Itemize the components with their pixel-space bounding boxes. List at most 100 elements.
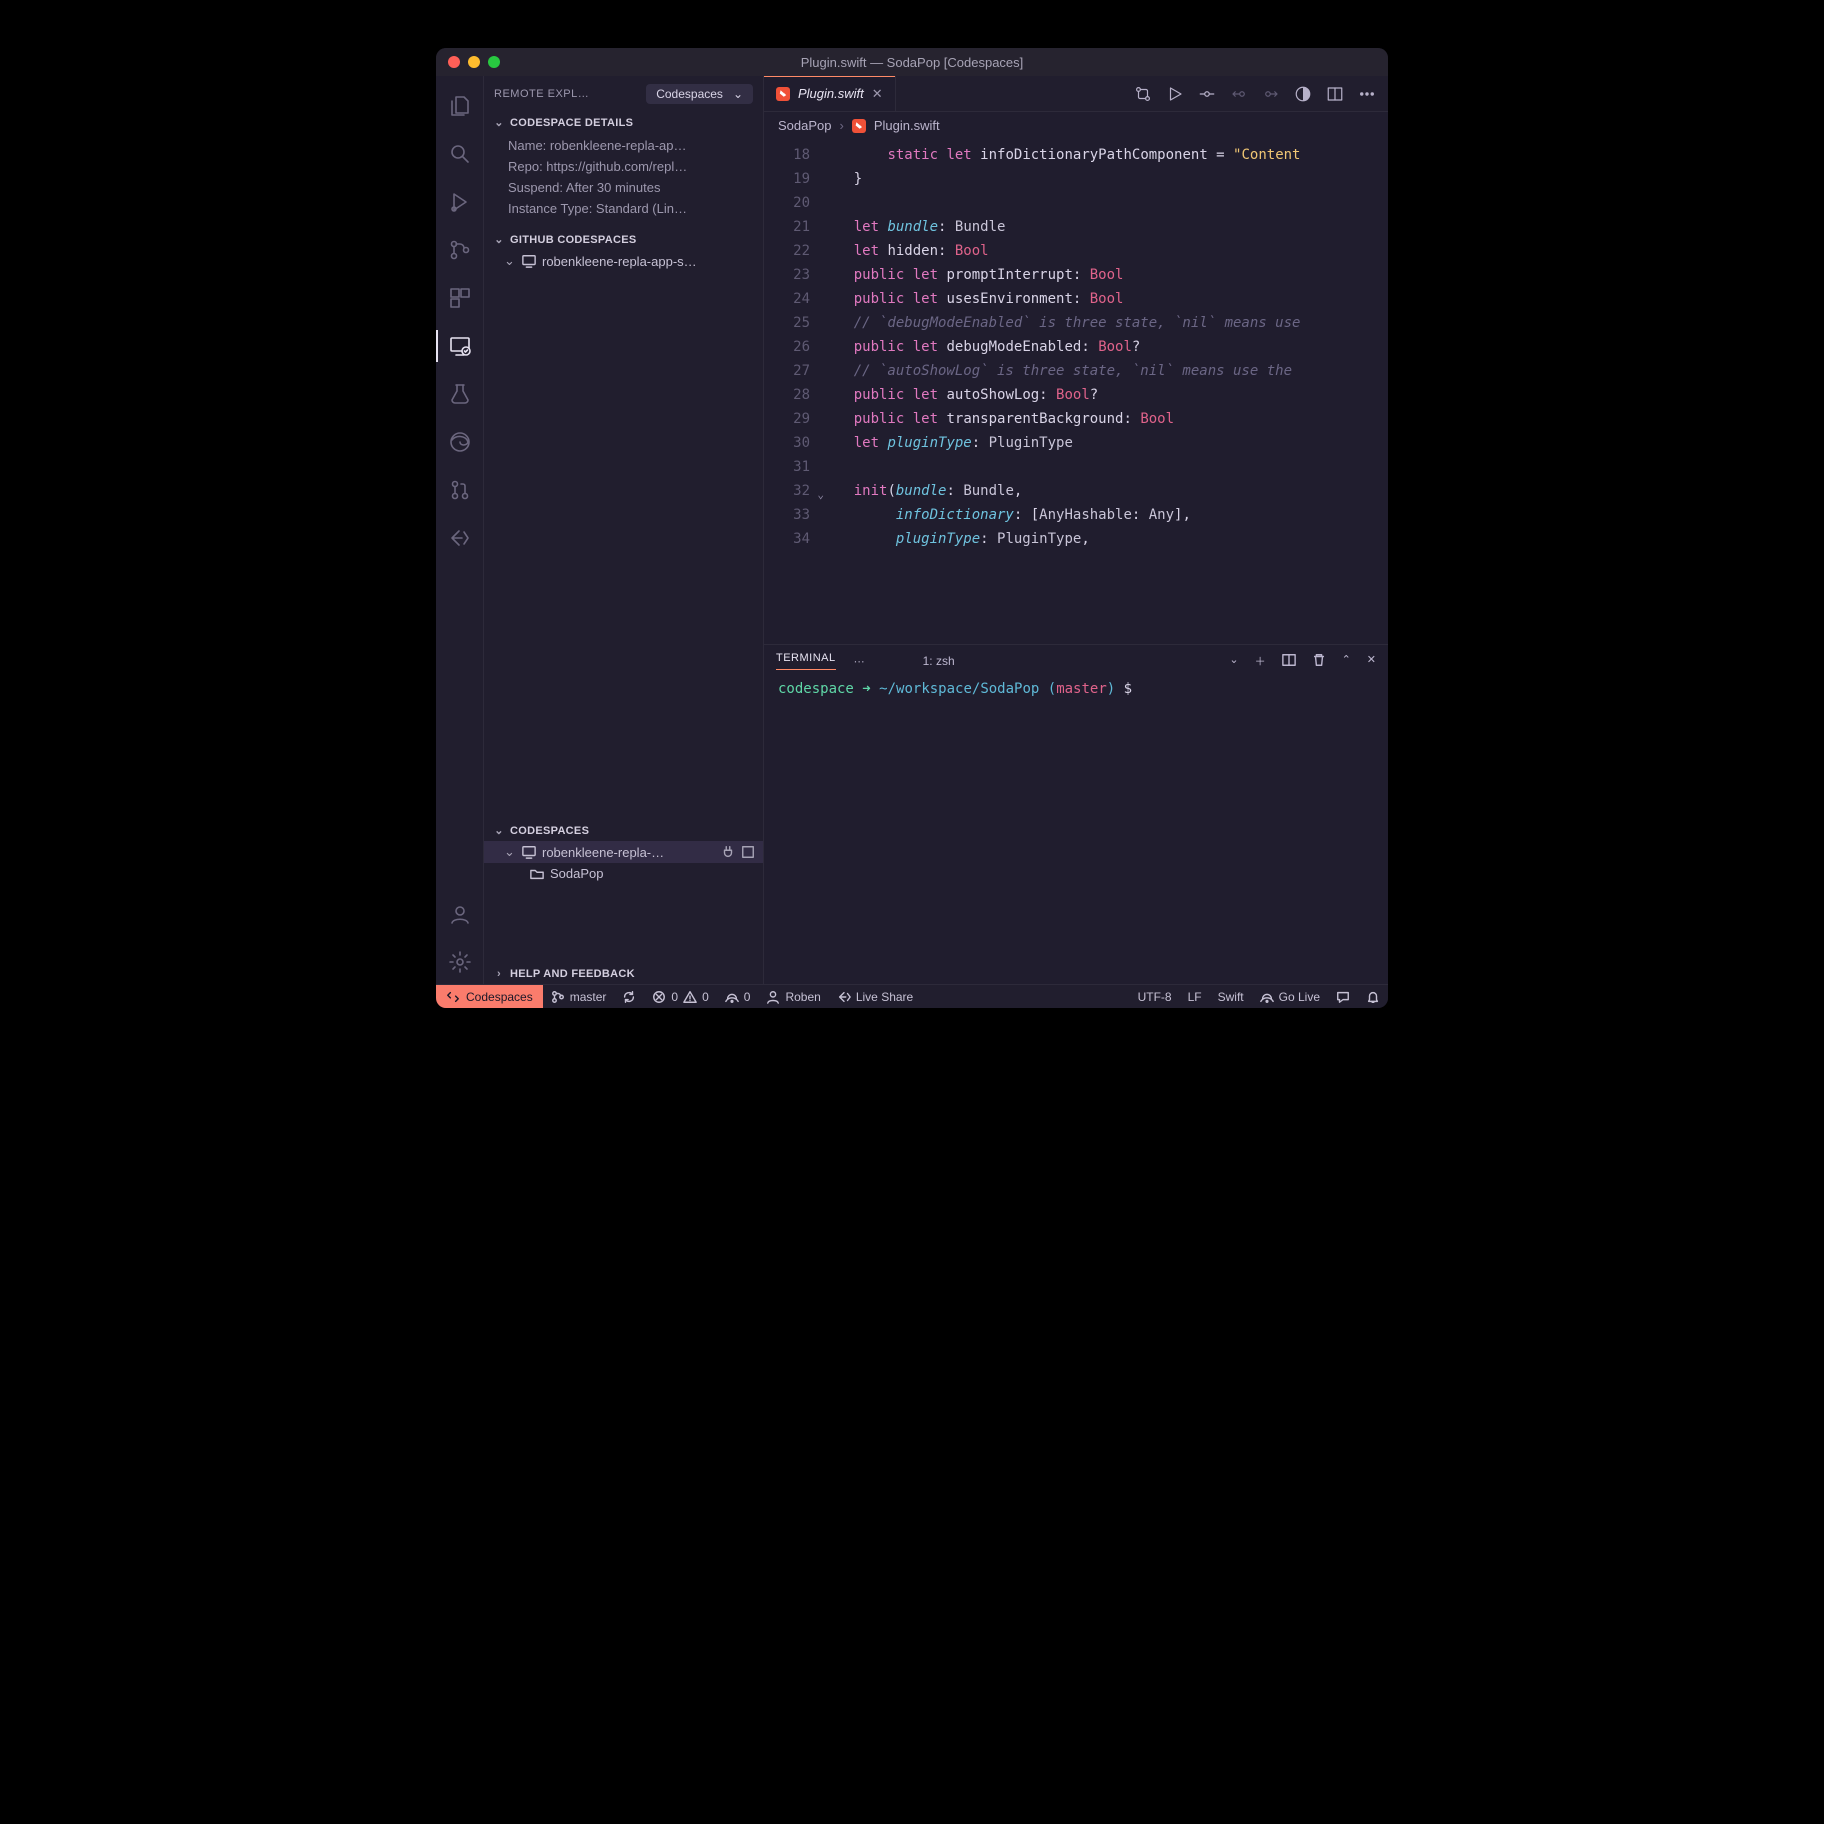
status-encoding[interactable]: UTF-8	[1130, 990, 1180, 1004]
run-icon[interactable]	[1166, 85, 1184, 103]
status-remote[interactable]: Codespaces	[436, 985, 543, 1008]
status-user-label: Roben	[785, 990, 820, 1004]
next-commit-icon[interactable]	[1262, 85, 1280, 103]
tab-bar: Plugin.swift ✕	[764, 76, 1388, 112]
settings-gear-icon[interactable]	[436, 940, 484, 984]
edge-icon[interactable]	[436, 420, 484, 464]
close-tab-icon[interactable]: ✕	[872, 86, 883, 102]
maximize-window-button[interactable]	[488, 56, 500, 68]
sidebar: REMOTE EXPL… Codespaces ⌄ ⌄ CODESPACE DE…	[484, 76, 764, 984]
tree-label: SodaPop	[550, 866, 755, 881]
new-window-icon[interactable]	[741, 845, 755, 859]
tab-label: Plugin.swift	[798, 86, 864, 101]
section-help: › HELP AND FEEDBACK	[484, 964, 763, 984]
detail-name: Name: robenkleene-repla-ap…	[508, 135, 763, 156]
section-title: CODESPACE DETAILS	[510, 117, 633, 129]
github-codespace-item[interactable]: ⌄ robenkleene-repla-app-s…	[484, 250, 763, 272]
section-codespaces: ⌄ CODESPACES ⌄ robenkleene-repla-… SodaP…	[484, 820, 763, 884]
status-branch-label: master	[570, 990, 607, 1004]
minimize-window-button[interactable]	[468, 56, 480, 68]
maximize-panel-icon[interactable]: ⌃	[1342, 653, 1351, 670]
sidebar-target-dropdown[interactable]: Codespaces ⌄	[646, 84, 753, 104]
explorer-icon[interactable]	[436, 84, 484, 128]
vm-icon	[522, 845, 536, 859]
toggle-icon[interactable]	[1294, 85, 1312, 103]
more-actions-icon[interactable]	[1358, 85, 1376, 103]
terminal-shell-label[interactable]: 1: zsh	[923, 654, 955, 668]
status-eol[interactable]: LF	[1180, 990, 1210, 1004]
search-icon[interactable]	[436, 132, 484, 176]
section-title: GITHUB CODESPACES	[510, 234, 637, 246]
breadcrumb-root[interactable]: SodaPop	[778, 118, 832, 133]
activity-bar	[436, 76, 484, 984]
remote-explorer-icon[interactable]	[436, 324, 484, 368]
folder-icon	[530, 867, 544, 881]
section-header-codespaces[interactable]: ⌄ CODESPACES	[484, 820, 763, 841]
status-problems[interactable]: 0 0	[644, 990, 716, 1004]
compare-changes-icon[interactable]	[1134, 85, 1152, 103]
panel-tab-terminal[interactable]: TERMINAL	[776, 652, 836, 670]
status-sync[interactable]	[614, 990, 644, 1004]
prev-commit-icon[interactable]	[1230, 85, 1248, 103]
window-title: Plugin.swift — SodaPop [Codespaces]	[436, 55, 1388, 70]
tree-actions	[721, 845, 755, 859]
plug-icon[interactable]	[721, 845, 735, 859]
section-header-help[interactable]: › HELP AND FEEDBACK	[484, 964, 763, 984]
editor-toolbar	[1122, 76, 1388, 111]
run-debug-icon[interactable]	[436, 180, 484, 224]
panel-tabs: TERMINAL ⋯ 1: zsh ⌄ ＋ ⌃ ✕	[764, 645, 1388, 677]
extensions-icon[interactable]	[436, 276, 484, 320]
github-pr-icon[interactable]	[436, 468, 484, 512]
status-language[interactable]: Swift	[1210, 990, 1252, 1004]
section-title: CODESPACES	[510, 825, 589, 837]
status-bell-icon[interactable]	[1358, 990, 1388, 1004]
status-golive[interactable]: Go Live	[1252, 990, 1328, 1004]
status-ports[interactable]: 0	[717, 990, 759, 1004]
live-share-icon[interactable]	[436, 516, 484, 560]
accounts-icon[interactable]	[436, 892, 484, 936]
terminal-path: ~/workspace/SodaPop	[879, 681, 1039, 697]
section-header-github[interactable]: ⌄ GITHUB CODESPACES	[484, 229, 763, 250]
status-liveshare[interactable]: Live Share	[829, 990, 921, 1004]
terminal-prompt: $	[1124, 681, 1132, 697]
breadcrumb-file[interactable]: Plugin.swift	[874, 118, 940, 133]
panel-more-icon[interactable]: ⋯	[854, 655, 865, 668]
editor-area: Plugin.swift ✕ SodaPop › Pl	[764, 76, 1388, 984]
section-title: HELP AND FEEDBACK	[510, 968, 635, 980]
chevron-down-icon: ⌄	[504, 253, 516, 269]
vm-icon	[522, 254, 536, 268]
code-content[interactable]: static let infoDictionaryPathComponent =…	[820, 139, 1388, 644]
code-editor[interactable]: 181920212223242526272829303132⌄3334 stat…	[764, 139, 1388, 644]
window: Plugin.swift — SodaPop [Codespaces] REMO…	[436, 48, 1388, 1008]
chevron-down-icon: ⌄	[504, 844, 516, 860]
panel-actions: ⌄ ＋ ⌃ ✕	[1229, 653, 1376, 670]
codespace-item[interactable]: ⌄ robenkleene-repla-…	[484, 841, 763, 863]
breadcrumb[interactable]: SodaPop › Plugin.swift	[764, 112, 1388, 139]
sidebar-header: REMOTE EXPL… Codespaces ⌄	[484, 76, 763, 112]
section-github-codespaces: ⌄ GITHUB CODESPACES ⌄ robenkleene-repla-…	[484, 229, 763, 272]
terminal-output[interactable]: codespace ➜ ~/workspace/SodaPop (master)…	[764, 677, 1388, 984]
chevron-down-icon: ⌄	[492, 824, 506, 837]
status-user[interactable]: Roben	[758, 990, 828, 1004]
source-control-icon[interactable]	[436, 228, 484, 272]
kill-terminal-icon[interactable]	[1312, 653, 1326, 670]
close-panel-icon[interactable]: ✕	[1367, 653, 1376, 670]
new-terminal-icon[interactable]: ＋	[1255, 653, 1266, 670]
terminal-dropdown-icon[interactable]: ⌄	[1229, 653, 1238, 670]
close-window-button[interactable]	[448, 56, 460, 68]
traffic-lights	[436, 56, 500, 68]
status-bar: Codespaces master 0 0 0 Roben Live Share	[436, 984, 1388, 1008]
status-branch[interactable]: master	[543, 990, 615, 1004]
status-ports-count: 0	[744, 990, 751, 1004]
sidebar-dropdown-label: Codespaces	[656, 87, 723, 101]
section-header-details[interactable]: ⌄ CODESPACE DETAILS	[484, 112, 763, 133]
codespace-folder-item[interactable]: SodaPop	[484, 863, 763, 884]
swift-file-icon	[852, 119, 866, 133]
testing-icon[interactable]	[436, 372, 484, 416]
chevron-down-icon: ⌄	[733, 87, 743, 101]
split-terminal-icon[interactable]	[1282, 653, 1296, 670]
split-editor-icon[interactable]	[1326, 85, 1344, 103]
tab-plugin-swift[interactable]: Plugin.swift ✕	[764, 76, 896, 111]
commit-icon[interactable]	[1198, 85, 1216, 103]
status-feedback-icon[interactable]	[1328, 990, 1358, 1004]
